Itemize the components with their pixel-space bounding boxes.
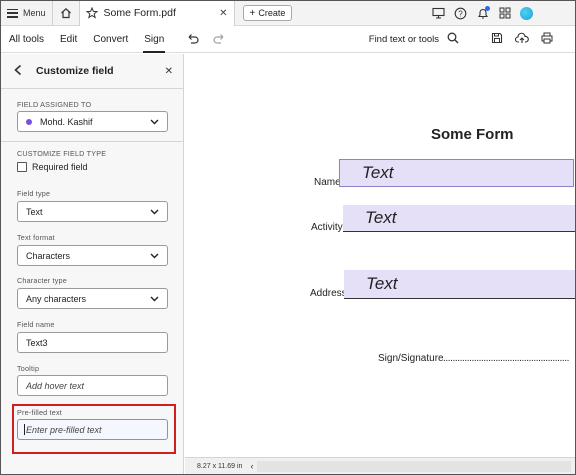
top-right-actions: ? (432, 5, 575, 20)
back-arrow-icon[interactable] (13, 64, 27, 79)
field-name-input[interactable]: Text3 (17, 332, 168, 353)
find-label[interactable]: Find text or tools (369, 34, 439, 45)
text-format-label: Text format (17, 233, 55, 242)
address-text-field[interactable]: Text (344, 270, 575, 298)
save-icon[interactable] (491, 32, 503, 47)
home-button[interactable] (53, 1, 79, 26)
required-checkbox[interactable] (17, 162, 27, 172)
name-label: Name (314, 177, 341, 188)
desktop-icon[interactable] (432, 7, 445, 20)
field-type-label: Field type (17, 189, 51, 198)
customize-type-label: CUSTOMIZE FIELD TYPE (17, 149, 107, 158)
required-label: Required field (32, 162, 88, 172)
close-icon[interactable]: ✕ (165, 66, 173, 77)
create-button[interactable]: + Create (242, 5, 293, 21)
field-type-value: Text (26, 206, 43, 217)
tooltip-placeholder: Add hover text (26, 380, 85, 391)
activity-field-text: Text (365, 208, 397, 227)
svg-text:?: ? (458, 9, 463, 18)
bell-icon[interactable] (476, 5, 490, 20)
chevron-down-icon (150, 251, 159, 260)
character-type-dropdown[interactable]: Any characters (17, 288, 168, 309)
tab-convert[interactable]: Convert (85, 26, 136, 53)
field-name-label: Field name (17, 320, 55, 329)
panel-divider (1, 88, 183, 89)
form-title: Some Form (431, 126, 514, 143)
help-icon[interactable]: ? (454, 7, 467, 20)
tab-edit[interactable]: Edit (52, 26, 85, 53)
create-label: Create (258, 8, 286, 18)
text-format-value: Characters (26, 250, 71, 261)
menu-button[interactable]: Menu (1, 1, 52, 26)
tab-all-tools[interactable]: All tools (1, 26, 52, 53)
plus-icon: + (249, 7, 256, 19)
status-bar: 8.27 x 11.69 in ‹ (185, 457, 575, 474)
character-type-label: Character type (17, 276, 67, 285)
redo-icon[interactable] (212, 32, 226, 46)
panel-header: Customize field ✕ (1, 54, 183, 88)
prefilled-placeholder: Enter pre-filled text (26, 424, 102, 435)
panel-title: Customize field (36, 65, 114, 77)
field-type-dropdown[interactable]: Text (17, 201, 168, 222)
section-divider (1, 141, 183, 142)
title-bar: Menu Some Form.pdf ✕ + Create ? (1, 0, 575, 26)
assignee-color-dot (26, 118, 32, 125)
character-type-value: Any characters (26, 293, 87, 304)
text-format-dropdown[interactable]: Characters (17, 245, 168, 266)
name-field-text: Text (362, 163, 394, 182)
assigned-label: FIELD ASSIGNED TO (17, 100, 92, 109)
page-size: 8.27 x 11.69 in (197, 462, 243, 470)
print-icon[interactable] (541, 32, 553, 47)
activity-underline (343, 231, 575, 232)
customize-field-panel: Customize field ✕ FIELD ASSIGNED TO Mohd… (1, 54, 184, 474)
address-label: Address (310, 288, 347, 299)
notification-dot (485, 5, 490, 11)
chevron-down-icon (150, 117, 159, 126)
apps-grid-icon[interactable] (498, 7, 511, 20)
tooltip-input[interactable]: Add hover text (17, 375, 168, 396)
main-toolbar: All tools Edit Convert Sign Find text or… (1, 26, 575, 53)
hamburger-icon (7, 8, 18, 18)
document-canvas: Some Form Name Text Activity Text Addres… (185, 54, 575, 457)
tab-sign[interactable]: Sign (136, 26, 172, 53)
activity-text-field[interactable]: Text (343, 205, 575, 231)
scroll-left-icon[interactable]: ‹ (247, 461, 257, 471)
horizontal-scrollbar[interactable] (257, 460, 571, 472)
prefilled-label: Pre-filled text (17, 408, 62, 417)
signature-line: ........................................… (443, 353, 570, 364)
tab-title: Some Form.pdf (103, 7, 176, 19)
file-actions (491, 32, 557, 47)
name-text-field[interactable]: Text (339, 159, 574, 187)
prefilled-text-input[interactable]: Enter pre-filled text (17, 419, 168, 440)
home-icon (60, 7, 71, 19)
search-icon[interactable] (447, 32, 459, 47)
close-tab-icon[interactable]: ✕ (219, 8, 227, 19)
menu-label: Menu (23, 8, 46, 18)
field-name-value: Text3 (26, 337, 48, 348)
document-tab[interactable]: Some Form.pdf ✕ (78, 0, 235, 26)
find-area: Find text or tools (369, 32, 575, 47)
user-avatar[interactable] (520, 6, 533, 20)
assignee-value: Mohd. Kashif (40, 116, 93, 127)
address-underline (344, 298, 575, 299)
activity-label: Activity (311, 222, 343, 233)
upload-cloud-icon[interactable] (514, 32, 529, 47)
undo-icon[interactable] (186, 32, 200, 46)
address-field-text: Text (366, 274, 398, 293)
chevron-down-icon (150, 207, 159, 216)
sign-label: Sign/Signature (378, 353, 444, 364)
text-cursor (24, 424, 25, 435)
star-icon[interactable] (85, 7, 98, 19)
assignee-dropdown[interactable]: Mohd. Kashif (17, 111, 168, 132)
tooltip-label: Tooltip (17, 364, 40, 373)
chevron-down-icon (150, 294, 159, 303)
